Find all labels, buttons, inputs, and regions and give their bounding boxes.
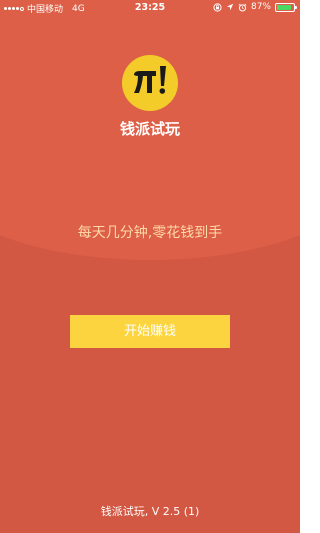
- battery-icon: [275, 2, 297, 12]
- lock-rotation-icon: [213, 2, 222, 12]
- battery-percent: 87%: [250, 2, 271, 12]
- status-bar: 中国移动 4G 23:25 87%: [0, 0, 300, 16]
- app-name: 钱派试玩: [119, 120, 180, 138]
- battery-level-fill: [277, 4, 291, 10]
- launch-screen: 中国移动 4G 23:25 87% 钱派试玩 每天几分钟,零花钱到手 开始赚钱 …: [0, 0, 300, 533]
- app-logo-glyph: [134, 66, 166, 94]
- battery-cap: [295, 5, 297, 9]
- tagline: 每天几分钟,零花钱到手: [77, 225, 223, 241]
- location-arrow-icon: [226, 3, 234, 11]
- version-info: 钱派试玩, V 2.5 (1): [100, 505, 200, 518]
- status-right: 87%: [213, 2, 297, 12]
- alarm-icon: [238, 3, 247, 12]
- start-earning-button[interactable]: 开始赚钱: [70, 315, 230, 348]
- app-logo: [122, 55, 178, 111]
